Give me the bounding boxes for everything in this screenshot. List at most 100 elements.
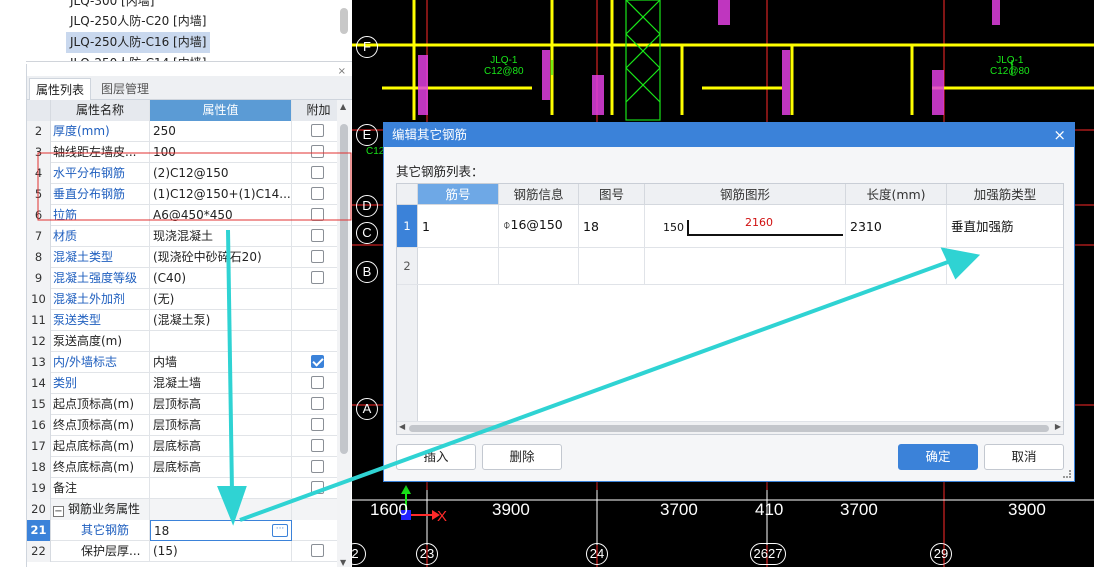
grid-header[interactable]: 筋号 <box>418 184 499 205</box>
cell-rebar-shape[interactable] <box>645 248 846 284</box>
tab-layer-manager[interactable]: 图层管理 <box>95 78 155 100</box>
cell-reinforce-type[interactable] <box>947 248 1063 284</box>
cancel-button[interactable]: 取消 <box>984 444 1064 470</box>
add-checkbox[interactable] <box>311 271 324 284</box>
add-checkbox[interactable] <box>311 397 324 410</box>
scroll-up-icon[interactable]: ▲ <box>340 102 346 111</box>
tree-scrollbar[interactable] <box>340 8 348 34</box>
property-row[interactable]: 14 类别 混凝土墙 <box>27 373 345 394</box>
cell-reinforce-type[interactable]: 垂直加强筋 <box>947 205 1063 247</box>
property-row[interactable]: 19 备注 <box>27 478 345 499</box>
property-value[interactable]: 层底标高 <box>150 457 292 478</box>
property-value[interactable] <box>150 331 292 352</box>
ellipsis-button[interactable]: ··· <box>272 524 288 537</box>
property-row[interactable]: 12 泵送高度(m) <box>27 331 345 352</box>
add-checkbox[interactable] <box>311 229 324 242</box>
grid-row[interactable]: 1 1 ⌽16@150 18 2310 垂直加强筋 150 2160 <box>397 205 1063 248</box>
insert-button[interactable]: 插入 <box>396 444 476 470</box>
property-row[interactable]: 17 起点底标高(m) 层底标高 <box>27 436 345 457</box>
cell-rebar-info[interactable]: ⌽16@150 <box>499 205 579 247</box>
grid-hscrollbar[interactable] <box>409 425 1049 432</box>
cell-figure-no[interactable]: 18 <box>579 205 645 247</box>
add-checkbox[interactable] <box>311 544 324 557</box>
property-value[interactable]: 层底标高 <box>150 436 292 457</box>
property-row[interactable]: 13 内/外墙标志 内墙 <box>27 352 345 373</box>
property-value[interactable]: 现浇混凝土 <box>150 226 292 247</box>
add-checkbox[interactable] <box>311 166 324 179</box>
dialog-title[interactable]: 编辑其它钢筋 <box>384 123 1074 147</box>
cell-length[interactable] <box>846 248 947 284</box>
tree-item[interactable]: JLQ-250人防-C14 [内墙] <box>66 53 210 61</box>
grid-header[interactable]: 钢筋图形 <box>645 184 846 205</box>
add-checkbox[interactable] <box>311 208 324 221</box>
ok-button[interactable]: 确定 <box>898 444 978 470</box>
scroll-left-icon[interactable]: ◀ <box>399 422 405 431</box>
property-row[interactable]: 18 终点底标高(m) 层底标高 <box>27 457 345 478</box>
cell-length[interactable]: 2310 <box>846 205 947 247</box>
property-value[interactable]: (1)C12@150+(1)C14... <box>150 184 292 205</box>
tree-item[interactable]: JLQ-250人防-C20 [内墙] <box>66 11 210 32</box>
add-checkbox[interactable] <box>311 145 324 158</box>
close-icon[interactable]: × <box>1053 123 1066 147</box>
grid-header[interactable]: 长度(mm) <box>846 184 947 205</box>
property-value[interactable]: 混凝土墙 <box>150 373 292 394</box>
collapse-icon[interactable]: − <box>53 506 64 517</box>
property-group-row[interactable]: 20− 钢筋业务属性 <box>27 499 345 520</box>
add-checkbox[interactable] <box>311 460 324 473</box>
tree-item-selected[interactable]: JLQ-250人防-C16 [内墙] <box>66 32 211 53</box>
property-value[interactable]: (混凝土泵) <box>150 310 292 331</box>
property-row[interactable]: 8 混凝土类型 (现浇砼中砂碎石20) <box>27 247 345 268</box>
resize-grip-icon[interactable] <box>1063 470 1071 478</box>
add-checkbox[interactable] <box>311 439 324 452</box>
property-value[interactable]: 18 ··· <box>150 520 292 541</box>
property-row[interactable]: 15 起点顶标高(m) 层顶标高 <box>27 394 345 415</box>
property-value[interactable]: (无) <box>150 289 292 310</box>
property-row[interactable]: 22 保护层厚... (15) <box>27 541 345 562</box>
property-value[interactable] <box>150 499 292 520</box>
property-name: 混凝土强度等级 <box>51 268 150 289</box>
property-row[interactable]: 2 厚度(mm) 250 <box>27 121 345 142</box>
property-value[interactable]: 250 <box>150 121 292 142</box>
property-row[interactable]: 10 混凝土外加剂 (无) <box>27 289 345 310</box>
grid-header[interactable]: 加强筋类型 <box>947 184 1063 205</box>
property-row[interactable]: 21 其它钢筋 18 ··· <box>27 520 345 541</box>
add-checkbox[interactable] <box>311 124 324 137</box>
property-value[interactable]: A6@450*450 <box>150 205 292 226</box>
scroll-down-icon[interactable]: ▼ <box>340 558 346 567</box>
grid-header[interactable]: 图号 <box>579 184 645 205</box>
property-row[interactable]: 6 拉筋 A6@450*450 <box>27 205 345 226</box>
cell-bar-no[interactable]: 1 <box>418 205 499 247</box>
property-value[interactable]: 内墙 <box>150 352 292 373</box>
property-value[interactable]: (2)C12@150 <box>150 163 292 184</box>
cell-bar-no[interactable] <box>418 248 499 284</box>
property-value[interactable]: (C40) <box>150 268 292 289</box>
add-checkbox[interactable] <box>311 355 324 368</box>
property-row[interactable]: 3 轴线距左墙皮... 100 <box>27 142 345 163</box>
property-value[interactable]: (现浇砼中砂碎石20) <box>150 247 292 268</box>
add-checkbox[interactable] <box>311 187 324 200</box>
property-value[interactable]: 层顶标高 <box>150 415 292 436</box>
tab-property-list[interactable]: 属性列表 <box>29 78 92 100</box>
add-checkbox[interactable] <box>311 418 324 431</box>
property-row[interactable]: 4 水平分布钢筋 (2)C12@150 <box>27 163 345 184</box>
property-row[interactable]: 11 泵送类型 (混凝土泵) <box>27 310 345 331</box>
grid-row[interactable]: 2 <box>397 248 1063 285</box>
property-row[interactable]: 7 材质 现浇混凝土 <box>27 226 345 247</box>
panel-scrollbar[interactable] <box>340 124 348 454</box>
property-value[interactable] <box>150 478 292 499</box>
cell-rebar-info[interactable] <box>499 248 579 284</box>
row-number: 22 <box>27 541 51 562</box>
property-value[interactable]: (15) <box>150 541 292 562</box>
property-value[interactable]: 100 <box>150 142 292 163</box>
property-value[interactable]: 层顶标高 <box>150 394 292 415</box>
delete-button[interactable]: 删除 <box>482 444 562 470</box>
add-checkbox[interactable] <box>311 481 324 494</box>
scroll-right-icon[interactable]: ▶ <box>1055 422 1061 431</box>
grid-header[interactable]: 钢筋信息 <box>499 184 579 205</box>
add-checkbox[interactable] <box>311 250 324 263</box>
property-row[interactable]: 9 混凝土强度等级 (C40) <box>27 268 345 289</box>
add-checkbox[interactable] <box>311 376 324 389</box>
property-row[interactable]: 16 终点顶标高(m) 层顶标高 <box>27 415 345 436</box>
property-row[interactable]: 5 垂直分布钢筋 (1)C12@150+(1)C14... <box>27 184 345 205</box>
cell-figure-no[interactable] <box>579 248 645 284</box>
